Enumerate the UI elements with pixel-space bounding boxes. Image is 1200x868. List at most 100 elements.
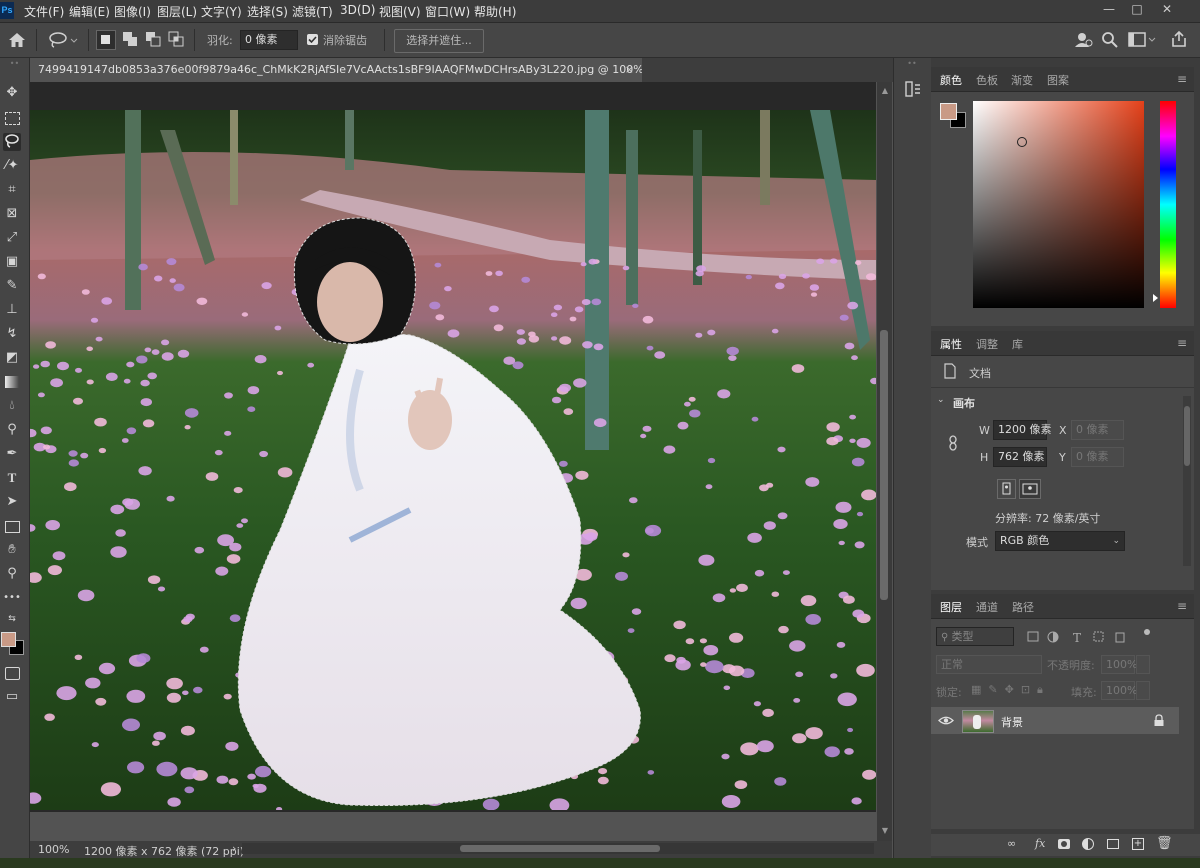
menu-edit[interactable]: 编辑(E) [69, 3, 110, 20]
minimize-button[interactable]: — [1094, 0, 1124, 18]
hue-slider-handle-icon[interactable] [1153, 294, 1158, 302]
tab-color[interactable]: 颜色 [940, 72, 962, 88]
lasso-tool-icon[interactable] [3, 133, 21, 151]
marquee-tool-icon[interactable] [3, 109, 21, 127]
new-group-folder-icon[interactable] [1107, 839, 1119, 849]
select-and-mask-button[interactable]: 选择并遮住... [394, 29, 484, 53]
feather-input[interactable]: 0 像素 [240, 30, 298, 50]
blend-mode-select[interactable]: 正常 [936, 655, 1042, 674]
landscape-orientation-button[interactable] [1019, 479, 1041, 499]
menu-filter[interactable]: 滤镜(T) [292, 3, 333, 20]
document-canvas[interactable] [30, 110, 876, 810]
tab-patterns[interactable]: 图案 [1047, 72, 1069, 88]
menu-image[interactable]: 图像(I) [114, 3, 151, 20]
screen-mode-icon[interactable]: ▭ [3, 688, 21, 706]
frame-tool-icon[interactable]: ⊠ [3, 205, 21, 223]
search-icon[interactable] [1101, 31, 1119, 49]
layer-row[interactable]: 背景 [931, 707, 1179, 734]
lock-options-icons[interactable]: ▦✎✥⊡🔒︎ [971, 683, 1050, 697]
status-menu-arrow-icon[interactable]: › [232, 842, 236, 855]
vertical-scroll-thumb[interactable] [880, 330, 888, 600]
canvas-x-input[interactable]: 0 像素 [1071, 420, 1124, 440]
canvas-height-input[interactable]: 762 像素 [993, 447, 1047, 467]
share-user-icon[interactable] [1074, 31, 1094, 49]
layer-filter-select[interactable]: ⚲ 类型 [936, 627, 1014, 646]
subtract-from-selection-icon[interactable] [144, 30, 162, 48]
layers-menu-icon[interactable]: ≡ [1177, 599, 1187, 613]
fill-dropdown-icon[interactable] [1136, 681, 1150, 700]
edit-toolbar-icon[interactable]: ••• [3, 589, 21, 607]
history-brush-tool-icon[interactable]: ↯ [3, 325, 21, 343]
delete-layer-icon[interactable]: 🗑︎ [1156, 836, 1173, 851]
restore-button[interactable]: □ [1122, 0, 1152, 18]
healing-brush-tool-icon[interactable]: ▣ [3, 253, 21, 271]
tab-paths[interactable]: 路径 [1012, 599, 1034, 615]
dodge-tool-icon[interactable]: ⚲ [3, 421, 21, 439]
menu-type[interactable]: 文字(Y) [201, 3, 242, 20]
panel-menu-icon[interactable]: ≡ [1177, 72, 1187, 86]
menu-3d[interactable]: 3D(D) [340, 3, 375, 17]
foreground-color-swatch[interactable] [1, 632, 16, 647]
menu-layer[interactable]: 图层(L) [157, 3, 197, 20]
rectangle-tool-icon[interactable] [3, 517, 21, 535]
close-document-button[interactable]: × [625, 58, 634, 82]
clone-stamp-tool-icon[interactable]: ⊥ [3, 301, 21, 319]
visibility-eye-icon[interactable] [938, 715, 954, 726]
tab-layers[interactable]: 图层 [940, 599, 962, 615]
add-mask-icon[interactable] [1058, 839, 1070, 849]
quick-mask-icon[interactable] [3, 664, 21, 682]
tab-channels[interactable]: 通道 [976, 599, 998, 615]
new-selection-button[interactable] [96, 30, 116, 50]
color-mode-select[interactable]: RGB 颜色 ⌄ [995, 531, 1125, 551]
home-icon[interactable] [8, 32, 26, 48]
adjustment-layer-icon[interactable] [1082, 838, 1094, 850]
canvas-y-input[interactable]: 0 像素 [1071, 447, 1124, 467]
intersect-selection-icon[interactable] [167, 30, 185, 48]
link-dimensions-icon[interactable] [948, 435, 958, 451]
crop-tool-icon[interactable]: ⌗ [3, 181, 21, 199]
color-picker-cursor[interactable] [1017, 137, 1027, 147]
close-window-button[interactable]: ✕ [1152, 0, 1182, 18]
menu-window[interactable]: 窗口(W) [425, 3, 470, 20]
magic-wand-tool-icon[interactable]: ⁄✦ [3, 157, 21, 175]
eraser-tool-icon[interactable]: ◩ [3, 349, 21, 367]
hue-slider[interactable] [1160, 101, 1176, 308]
fill-input[interactable]: 100% [1101, 681, 1137, 700]
zoom-tool-icon[interactable]: ⚲ [3, 565, 21, 583]
brush-tool-icon[interactable]: ✎ [3, 277, 21, 295]
tab-properties[interactable]: 属性 [940, 336, 962, 352]
blur-tool-icon[interactable]: 💧︎ [3, 397, 21, 415]
portrait-orientation-button[interactable] [997, 479, 1016, 499]
tab-swatches[interactable]: 色板 [976, 72, 998, 88]
pen-tool-icon[interactable]: ✒ [3, 445, 21, 463]
canvas-width-input[interactable]: 1200 像素 [993, 420, 1052, 440]
hand-tool-icon[interactable]: ✋︎ [3, 541, 21, 559]
opacity-input[interactable]: 100% [1101, 655, 1137, 674]
tab-adjustments[interactable]: 调整 [976, 336, 998, 352]
layer-filter-icons[interactable]: T [1026, 630, 1156, 644]
path-selection-tool-icon[interactable]: ➤ [3, 493, 21, 511]
workspace-icon[interactable] [1128, 32, 1158, 48]
document-size-info[interactable]: 1200 像素 x 762 像素 (72 ppi) [84, 843, 244, 859]
layer-name[interactable]: 背景 [1001, 714, 1023, 730]
share-export-icon[interactable] [1170, 30, 1188, 48]
eyedropper-tool-icon[interactable]: ⤢ [3, 229, 21, 247]
gradient-tool-icon[interactable] [3, 373, 21, 391]
properties-scrollbar[interactable] [1183, 396, 1191, 566]
menu-file[interactable]: 文件(F) [24, 3, 64, 20]
color-panel-foreground-swatch[interactable] [940, 103, 957, 120]
opacity-dropdown-icon[interactable] [1136, 655, 1150, 674]
collapse-canvas-icon[interactable]: ⌄ [937, 395, 945, 405]
menu-select[interactable]: 选择(S) [247, 3, 288, 20]
new-layer-icon[interactable]: + [1132, 838, 1144, 850]
tab-libraries[interactable]: 库 [1012, 336, 1023, 352]
move-tool-icon[interactable]: ✥ [3, 84, 21, 102]
properties-menu-icon[interactable]: ≡ [1177, 336, 1187, 350]
layer-lock-icon[interactable] [1153, 714, 1165, 727]
history-panel-icon[interactable] [904, 80, 922, 98]
swap-colors-icon[interactable]: ⇆ [3, 610, 21, 628]
scroll-up-arrow-icon[interactable]: ▲ [880, 86, 890, 96]
zoom-level[interactable]: 100% [38, 843, 69, 856]
link-layers-icon[interactable]: ∞ [1007, 837, 1016, 850]
scroll-down-arrow-icon[interactable]: ▼ [880, 826, 890, 836]
